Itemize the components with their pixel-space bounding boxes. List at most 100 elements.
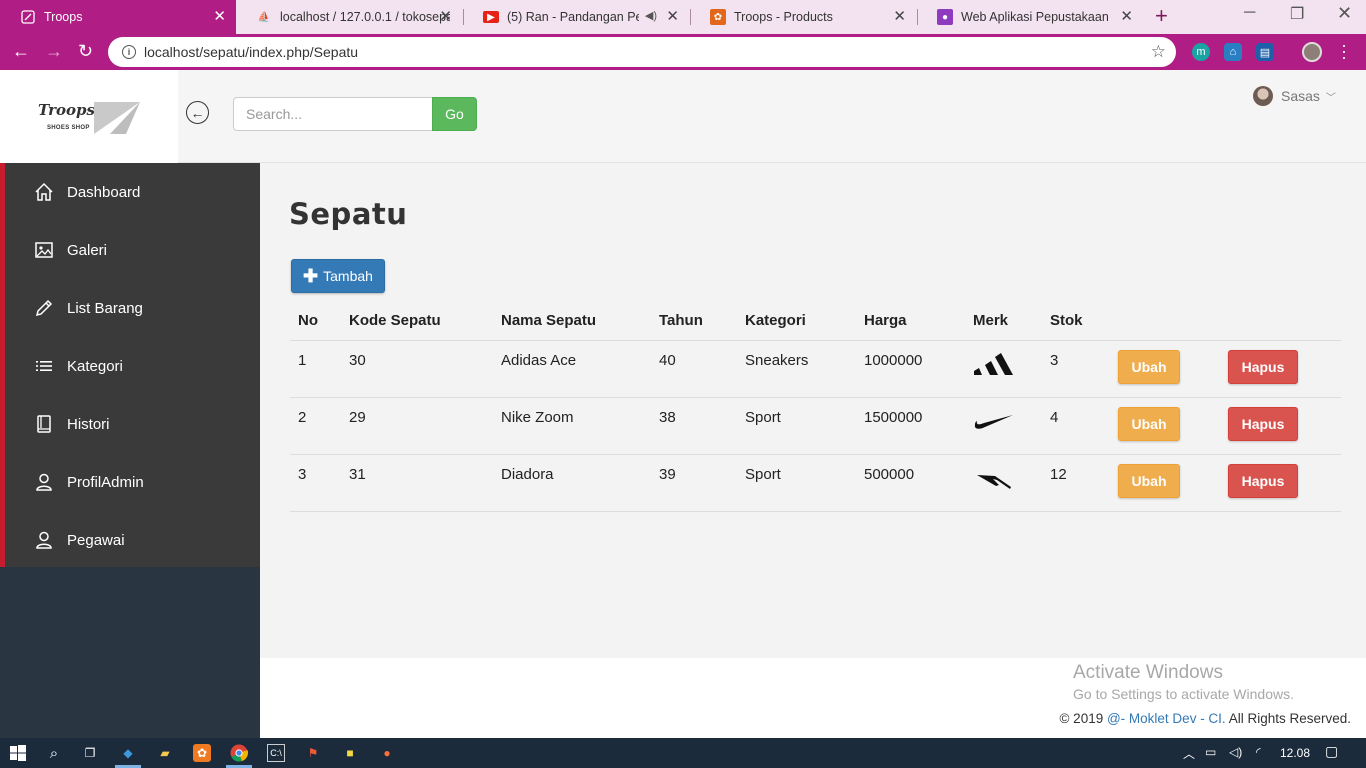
sidebar-item-list-barang[interactable]: List Barang <box>5 279 260 337</box>
activate-windows-subtitle: Go to Settings to activate Windows. <box>1073 686 1294 702</box>
user-icon <box>34 472 54 492</box>
edit-button[interactable]: Ubah <box>1118 349 1180 384</box>
sidebar-toggle-icon[interactable]: ← <box>186 101 209 124</box>
cell-kategori: Sneakers <box>737 340 856 398</box>
delete-button[interactable]: Hapus <box>1228 406 1298 441</box>
sidebar-item-dashboard[interactable]: Dashboard <box>5 163 260 221</box>
sidebar-item-kategori[interactable]: Kategori <box>5 337 260 395</box>
windows-start-icon[interactable] <box>9 744 27 762</box>
wifi-icon[interactable]: ◜ <box>1256 745 1261 759</box>
extension-m-icon[interactable]: m <box>1192 43 1210 61</box>
browser-menu-icon[interactable]: · · · <box>1340 36 1348 66</box>
footer-link[interactable]: @- Moklet Dev - CI. <box>1107 711 1226 726</box>
speaker-icon[interactable]: ◀) <box>645 9 657 22</box>
browser-tab-strip: Troops ✕ ⛵ localhost / 127.0.0.1 / tokos… <box>0 0 1366 34</box>
cell-kode: 29 <box>341 397 493 455</box>
phpmyadmin-favicon-icon: ⛵ <box>257 11 271 23</box>
sidebar-item-label: Pegawai <box>67 531 125 549</box>
browser-tab-products[interactable]: ✿ Troops - Products ✕ <box>690 0 916 34</box>
back-arrow-icon[interactable]: ← <box>12 41 30 61</box>
task-view-icon[interactable]: ❐ <box>81 744 99 762</box>
user-menu[interactable]: Sasas ﹀ <box>1253 86 1336 106</box>
app-icon[interactable]: ⚑ <box>304 744 322 762</box>
logo-text: Troops <box>38 101 95 119</box>
edit-button[interactable]: Ubah <box>1118 463 1180 498</box>
clock[interactable]: 12.08 <box>1280 746 1310 760</box>
cell-merk <box>965 397 1042 455</box>
main-content: Sepatu ✚ Tambah No Kode Sepatu Nama Sepa… <box>260 163 1366 658</box>
cell-no: 1 <box>290 340 341 398</box>
table-row: 1 30 Adidas Ace 40 Sneakers 1000000 3 Ub… <box>290 340 1341 398</box>
xampp-icon[interactable]: ✿ <box>193 744 211 762</box>
close-icon[interactable]: ✕ <box>893 9 906 25</box>
volume-icon[interactable]: ◁) <box>1229 745 1242 759</box>
minimize-icon[interactable]: ─ <box>1244 4 1255 22</box>
address-bar[interactable]: i localhost/sepatu/index.php/Sepatu ☆ <box>108 37 1176 67</box>
sidebar-item-histori[interactable]: Histori <box>5 395 260 453</box>
tab-title: (5) Ran - Pandangan Pertama <box>507 10 639 24</box>
sidebar-item-profiladmin[interactable]: ProfilAdmin <box>5 453 260 511</box>
info-icon[interactable]: i <box>122 45 136 59</box>
command-prompt-icon[interactable]: C:\ <box>267 744 285 762</box>
file-explorer-icon[interactable]: ▰ <box>156 744 174 762</box>
cell-stok: 12 <box>1042 454 1110 512</box>
close-icon[interactable]: ✕ <box>666 9 679 25</box>
browser-tab-youtube[interactable]: ▶ (5) Ran - Pandangan Pertama ◀) ✕ <box>463 0 689 34</box>
cell-kode: 30 <box>341 340 493 398</box>
forward-arrow-icon[interactable]: → <box>45 41 63 61</box>
app-header: Troops SHOES SHOP ← Go Sasas ﹀ <box>0 70 1366 163</box>
cell-harga: 1500000 <box>856 397 965 455</box>
browser-tab-perpustakaan[interactable]: ● Web Aplikasi Pepustakaan ✕ <box>917 0 1143 34</box>
search-icon[interactable]: ⌕ <box>45 744 63 762</box>
column-header-harga: Harga <box>856 301 965 341</box>
reload-icon[interactable]: ↻ <box>78 41 93 61</box>
adidas-logo-icon <box>974 352 1013 375</box>
cell-no: 2 <box>290 397 341 455</box>
delete-button[interactable]: Hapus <box>1228 349 1298 384</box>
battery-icon[interactable]: ▭ <box>1205 745 1216 759</box>
user-icon <box>34 530 54 550</box>
cell-no: 3 <box>290 454 341 512</box>
sticky-notes-icon[interactable]: ■ <box>341 744 359 762</box>
bookmark-star-icon[interactable]: ☆ <box>1151 42 1166 62</box>
browser-tab-troops[interactable]: Troops ✕ <box>0 0 236 34</box>
firefox-icon[interactable]: ● <box>378 744 396 762</box>
restore-icon[interactable]: ❐ <box>1290 4 1304 24</box>
windows-taskbar: ⌕ ❐ ◆ ▰ ✿ C:\ ⚑ ■ ● ︿ ▭ ◁) ◜ 12.08 ▢ <box>0 738 1366 768</box>
column-header-no: No <box>290 301 341 341</box>
cell-nama: Adidas Ace <box>493 340 651 398</box>
notification-icon[interactable]: ▢ <box>1325 743 1338 760</box>
browser-toolbar: ← → ↻ i localhost/sepatu/index.php/Sepat… <box>0 34 1366 70</box>
cell-kode: 31 <box>341 454 493 512</box>
cell-kategori: Sport <box>737 397 856 455</box>
search-input[interactable] <box>233 97 433 131</box>
shoe-table: No Kode Sepatu Nama Sepatu Tahun Kategor… <box>290 301 1341 512</box>
browser-profile-avatar[interactable] <box>1302 42 1322 62</box>
extension-home-icon[interactable]: ⌂ <box>1224 43 1242 61</box>
delete-button[interactable]: Hapus <box>1228 463 1298 498</box>
new-tab-icon[interactable]: + <box>1155 5 1168 27</box>
person-favicon-icon: ● <box>937 9 953 25</box>
window-close-icon[interactable]: ✕ <box>1337 3 1352 24</box>
vscode-icon[interactable]: ◆ <box>119 744 137 762</box>
close-icon[interactable]: ✕ <box>439 9 452 25</box>
edit-button[interactable]: Ubah <box>1118 406 1180 441</box>
tab-title: localhost / 127.0.0.1 / tokosepatu <box>280 10 450 24</box>
sidebar-item-galeri[interactable]: Galeri <box>5 221 260 279</box>
browser-tab-phpmyadmin[interactable]: ⛵ localhost / 127.0.0.1 / tokosepatu ✕ <box>236 0 462 34</box>
chrome-icon[interactable] <box>230 744 248 762</box>
tray-chevron-up-icon[interactable]: ︿ <box>1183 745 1195 762</box>
close-icon[interactable]: ✕ <box>1120 9 1133 25</box>
close-icon[interactable]: ✕ <box>213 9 226 25</box>
user-name: Sasas <box>1281 88 1320 104</box>
column-header-merk: Merk <box>965 301 1042 341</box>
tab-title: Troops - Products <box>734 10 833 24</box>
sidebar-menu: Dashboard Galeri List Barang Kategori Hi… <box>0 163 260 567</box>
sidebar-item-pegawai[interactable]: Pegawai <box>5 511 260 569</box>
search-go-button[interactable]: Go <box>432 97 477 131</box>
brand-logo[interactable]: Troops SHOES SHOP <box>0 70 178 163</box>
add-shoe-button[interactable]: ✚ Tambah <box>291 259 385 293</box>
column-header-stok: Stok <box>1042 301 1110 341</box>
tab-title: Troops <box>44 10 83 24</box>
extension-reader-icon[interactable]: ▤ <box>1256 43 1274 61</box>
